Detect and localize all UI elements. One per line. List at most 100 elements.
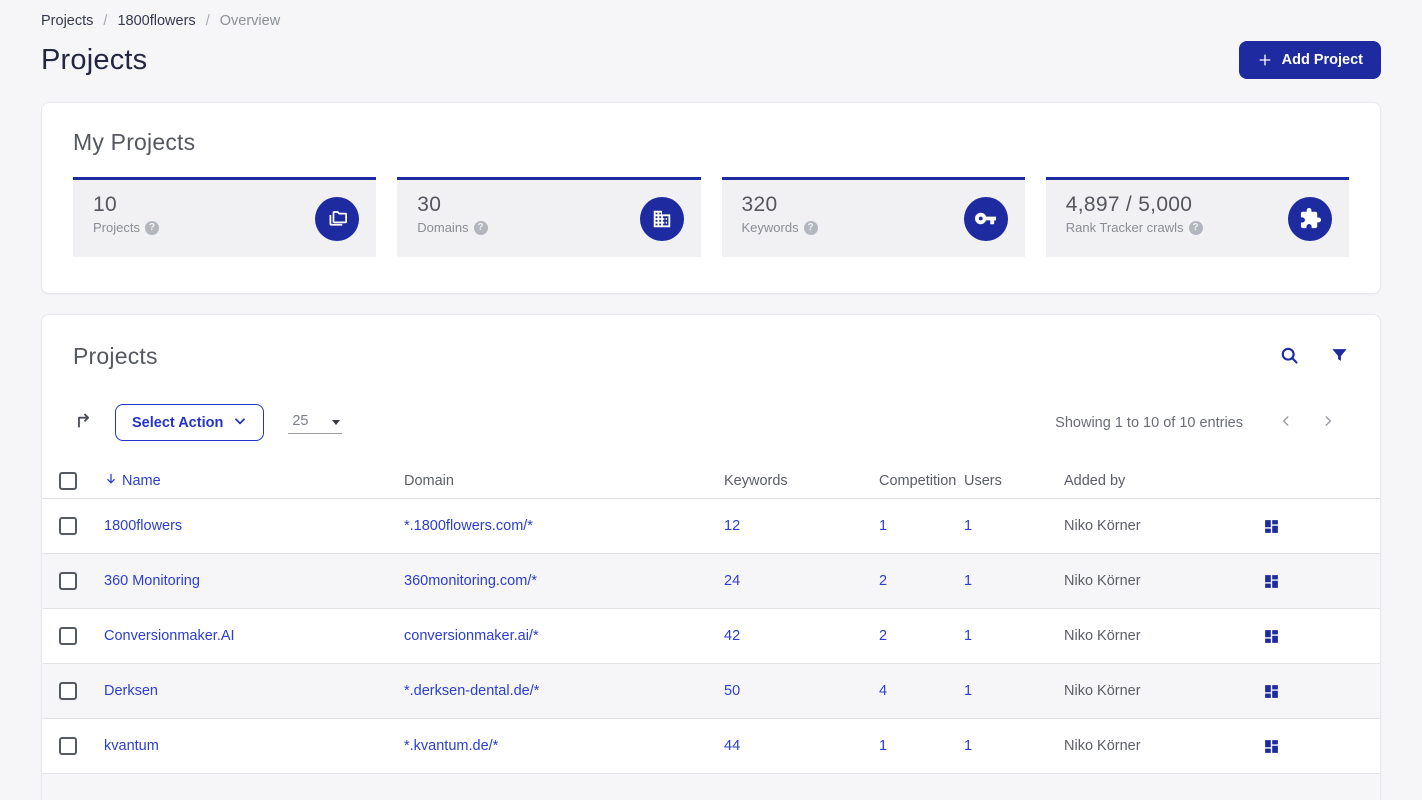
row-checkbox[interactable]: [59, 517, 77, 535]
page-title: Projects: [41, 43, 148, 76]
breadcrumb-projects[interactable]: Projects: [41, 13, 93, 29]
column-header-domain[interactable]: Domain: [404, 473, 724, 489]
project-domain-link[interactable]: *.kvantum.de/*: [404, 738, 498, 754]
project-name-link[interactable]: 360 Monitoring: [104, 573, 200, 589]
page-size-select[interactable]: 25: [288, 411, 343, 434]
stats-row: 10 Projects 30 Domains: [73, 177, 1349, 257]
keywords-count: 12: [724, 518, 741, 534]
search-icon[interactable]: [1279, 345, 1300, 369]
breadcrumb-separator: /: [103, 13, 108, 29]
stat-label: Rank Tracker crawls: [1065, 220, 1184, 235]
breadcrumb-1800flowers[interactable]: 1800flowers: [117, 13, 195, 29]
dashboard-icon[interactable]: [1263, 628, 1380, 645]
breadcrumb-overview: Overview: [219, 13, 281, 29]
filter-icon[interactable]: [1330, 346, 1349, 368]
plus-icon: [1257, 52, 1273, 68]
dashboard-icon[interactable]: [1263, 518, 1380, 535]
column-header-users[interactable]: Users: [964, 473, 1064, 489]
table-row: 360 Monitoring 360monitoring.com/* 24 2 …: [42, 554, 1380, 609]
row-checkbox[interactable]: [59, 682, 77, 700]
project-name-link[interactable]: kvantum: [104, 738, 159, 754]
added-by: Niko Körner: [1064, 738, 1141, 754]
keywords-count: 24: [724, 573, 741, 589]
keywords-count: 50: [724, 683, 741, 699]
add-project-label: Add Project: [1281, 52, 1363, 68]
caret-down-icon: [332, 419, 341, 425]
projects-table-title: Projects: [73, 343, 158, 369]
added-by: Niko Körner: [1064, 573, 1141, 589]
projects-table: Name Domain Keywords Competition Users A…: [42, 463, 1380, 800]
stacked-folders-icon: [315, 196, 360, 241]
table-row: Derksen *.derksen-dental.de/* 50 4 1 Nik…: [42, 664, 1380, 719]
added-by: Niko Körner: [1064, 628, 1141, 644]
breadcrumb-separator: /: [205, 13, 210, 29]
table-header-row: Name Domain Keywords Competition Users A…: [42, 463, 1380, 499]
my-projects-title: My Projects: [73, 129, 196, 155]
chevron-down-icon: [233, 414, 247, 432]
dashboard-icon[interactable]: [1263, 738, 1380, 755]
row-checkbox[interactable]: [59, 627, 77, 645]
stat-label: Keywords: [741, 220, 799, 235]
row-checkbox[interactable]: [59, 737, 77, 755]
select-all-checkbox[interactable]: [59, 471, 77, 490]
help-icon[interactable]: [803, 220, 818, 235]
users-count: 1: [964, 683, 973, 699]
users-count: 1: [964, 518, 973, 534]
help-icon[interactable]: [144, 220, 159, 235]
stat-label: Domains: [417, 220, 469, 235]
export-arrow-icon[interactable]: [73, 409, 95, 436]
next-page-icon[interactable]: [1307, 404, 1349, 441]
competition-count: 2: [879, 573, 888, 589]
column-header-name[interactable]: Name: [104, 472, 404, 490]
projects-page: Projects / 1800flowers / Overview Projec…: [0, 0, 1422, 800]
row-checkbox[interactable]: [59, 572, 77, 590]
project-domain-link[interactable]: *.derksen-dental.de/*: [404, 683, 539, 699]
column-header-competition[interactable]: Competition: [879, 473, 964, 489]
project-name-link[interactable]: Derksen: [104, 683, 158, 699]
puzzle-icon: [1288, 196, 1332, 241]
stat-tile-keywords: 320 Keywords: [721, 177, 1025, 257]
my-projects-card: My Projects 10 Projects 30 Domai: [41, 102, 1381, 294]
project-domain-link[interactable]: *.1800flowers.com/*: [404, 518, 533, 534]
stat-tile-domains: 30 Domains: [397, 177, 701, 257]
column-header-keywords[interactable]: Keywords: [724, 473, 879, 489]
select-action-label: Select Action: [132, 414, 224, 431]
table-row: Conversionmaker.AI conversionmaker.ai/* …: [42, 609, 1380, 664]
project-name-link[interactable]: Conversionmaker.AI: [104, 628, 235, 644]
competition-count: 4: [879, 683, 888, 699]
users-count: 1: [964, 738, 973, 754]
users-count: 1: [964, 573, 973, 589]
project-name-link[interactable]: 1800flowers: [104, 518, 182, 534]
building-icon: [639, 196, 684, 241]
competition-count: 1: [879, 518, 888, 534]
competition-count: 1: [879, 738, 888, 754]
help-icon[interactable]: [473, 220, 488, 235]
stat-label: Projects: [93, 220, 140, 235]
showing-entries-text: Showing 1 to 10 of 10 entries: [1055, 414, 1243, 431]
column-header-added-by[interactable]: Added by: [1064, 473, 1263, 489]
users-count: 1: [964, 628, 973, 644]
keywords-count: 42: [724, 628, 741, 644]
competition-count: 2: [879, 628, 888, 644]
stat-tile-rank-tracker: 4,897 / 5,000 Rank Tracker crawls: [1045, 177, 1349, 257]
project-domain-link[interactable]: 360monitoring.com/*: [404, 573, 537, 589]
table-row-partial: [42, 774, 1380, 800]
select-action-dropdown[interactable]: Select Action: [115, 404, 265, 441]
sort-descending-icon: [104, 472, 118, 490]
stat-tile-projects: 10 Projects: [73, 177, 377, 257]
table-row: kvantum *.kvantum.de/* 44 1 1 Niko Körne…: [42, 719, 1380, 774]
breadcrumb: Projects / 1800flowers / Overview: [41, 0, 1381, 29]
projects-table-card: Projects Select Action 25 Showing 1 to 1…: [41, 314, 1381, 800]
dashboard-icon[interactable]: [1263, 683, 1380, 700]
help-icon[interactable]: [1188, 220, 1203, 235]
add-project-button[interactable]: Add Project: [1238, 41, 1381, 79]
table-row: 1800flowers *.1800flowers.com/* 12 1 1 N…: [42, 499, 1380, 554]
keywords-count: 44: [724, 738, 741, 754]
dashboard-icon[interactable]: [1263, 573, 1380, 590]
page-size-value: 25: [292, 413, 309, 429]
added-by: Niko Körner: [1064, 518, 1141, 534]
added-by: Niko Körner: [1064, 683, 1141, 699]
project-domain-link[interactable]: conversionmaker.ai/*: [404, 628, 539, 644]
prev-page-icon[interactable]: [1265, 404, 1307, 441]
key-icon: [963, 196, 1008, 241]
